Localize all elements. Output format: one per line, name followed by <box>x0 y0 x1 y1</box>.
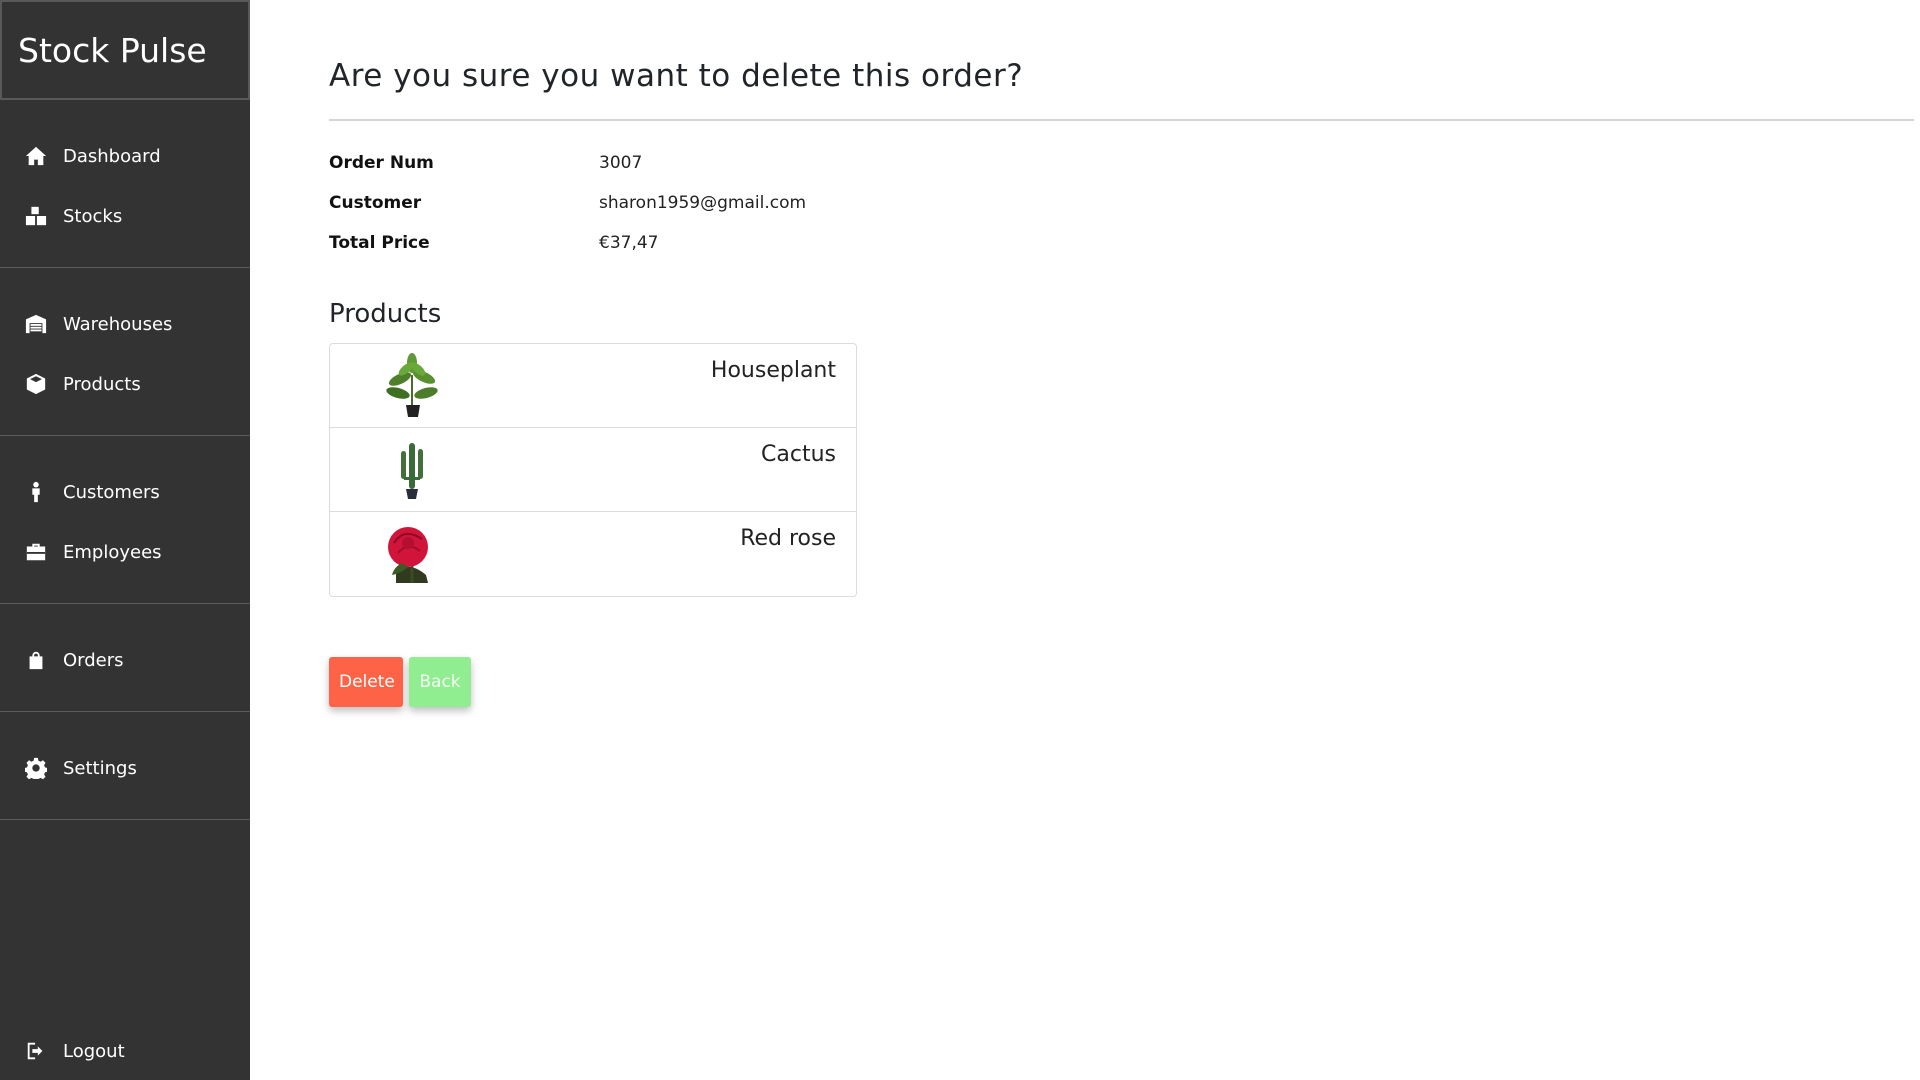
sidebar-item-label: Products <box>63 373 141 395</box>
product-name: Cactus <box>761 442 836 467</box>
detail-row-customer: Customer sharon1959@gmail.com <box>329 183 1914 223</box>
product-name: Red rose <box>740 526 836 551</box>
sidebar-item-warehouses[interactable]: Warehouses <box>0 294 250 354</box>
detail-label: Total Price <box>329 233 430 253</box>
sidebar-item-label: Settings <box>63 757 137 779</box>
sidebar-item-employees[interactable]: Employees <box>0 522 250 582</box>
warehouse-icon <box>24 312 48 336</box>
shopping-bag-icon <box>24 648 48 672</box>
detail-row-order-num: Order Num 3007 <box>329 143 1914 183</box>
products-heading: Products <box>329 299 442 329</box>
sidebar-item-logout[interactable]: Logout <box>0 1022 250 1080</box>
brand-title[interactable]: Stock Pulse <box>0 0 250 100</box>
sidebar-item-label: Dashboard <box>63 145 161 167</box>
sidebar-item-customers[interactable]: Customers <box>0 462 250 522</box>
sidebar-item-label: Stocks <box>63 205 123 227</box>
sidebar-item-label: Orders <box>63 649 124 671</box>
detail-value: sharon1959@gmail.com <box>599 193 807 213</box>
houseplant-image <box>380 350 444 422</box>
sidebar-item-label: Customers <box>63 481 160 503</box>
page-title: Are you sure you want to delete this ord… <box>329 0 1914 121</box>
red-rose-image <box>380 518 444 590</box>
list-item: Houseplant <box>330 344 856 428</box>
delete-button[interactable]: Delete <box>329 657 403 707</box>
nav-group: Dashboard Stocks <box>0 100 250 268</box>
detail-label: Customer <box>329 193 422 213</box>
order-details: Order Num 3007 Customer sharon1959@gmail… <box>329 143 1914 263</box>
boxes-icon <box>24 204 48 228</box>
box-icon <box>24 372 48 396</box>
gear-icon <box>24 756 48 780</box>
nav-group: Orders <box>0 604 250 712</box>
logout-icon <box>24 1039 48 1063</box>
briefcase-icon <box>24 540 48 564</box>
detail-label: Order Num <box>329 153 434 173</box>
home-icon <box>24 144 48 168</box>
nav-group: Customers Employees <box>0 436 250 604</box>
action-buttons: Delete Back <box>329 657 1914 707</box>
back-button[interactable]: Back <box>409 657 471 707</box>
nav-group: Warehouses Products <box>0 268 250 436</box>
detail-value: 3007 <box>599 153 643 173</box>
sidebar-item-products[interactable]: Products <box>0 354 250 414</box>
main-content: Are you sure you want to delete this ord… <box>329 0 1914 707</box>
sidebar-item-label: Warehouses <box>63 313 173 335</box>
sidebar-item-dashboard[interactable]: Dashboard <box>0 126 250 186</box>
list-item: Red rose <box>330 512 856 596</box>
sidebar-item-label: Employees <box>63 541 162 563</box>
sidebar-item-settings[interactable]: Settings <box>0 738 250 798</box>
sidebar: Stock Pulse Dashboard Stocks Warehouses <box>0 0 250 1080</box>
detail-value: €37,47 <box>599 233 659 253</box>
product-name: Houseplant <box>710 358 836 383</box>
sidebar-item-label: Logout <box>63 1040 125 1062</box>
product-list: Houseplant Cactus Red rose <box>329 343 857 597</box>
sidebar-item-orders[interactable]: Orders <box>0 630 250 690</box>
nav-group: Settings <box>0 712 250 820</box>
list-item: Cactus <box>330 428 856 512</box>
sidebar-item-stocks[interactable]: Stocks <box>0 186 250 246</box>
logout-section: Logout <box>0 1022 250 1080</box>
person-icon <box>24 480 48 504</box>
detail-row-total-price: Total Price €37,47 <box>329 223 1914 263</box>
cactus-image <box>380 434 444 506</box>
